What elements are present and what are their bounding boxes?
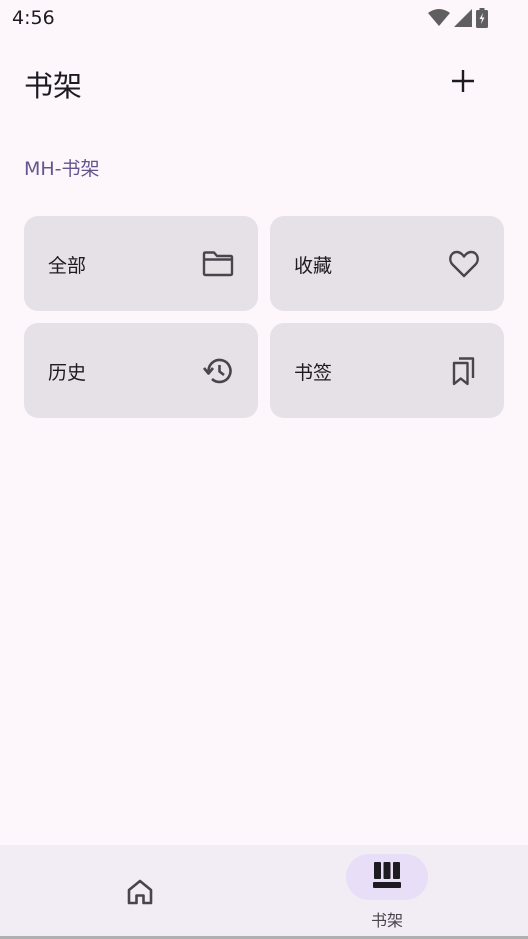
history-icon xyxy=(202,355,234,387)
card-label: 历史 xyxy=(48,362,87,384)
status-time: 4:56 xyxy=(12,7,55,29)
home-icon xyxy=(126,878,154,906)
bookmarks-icon xyxy=(448,355,480,387)
page-title: 书架 xyxy=(24,69,83,103)
status-bar: 4:56 xyxy=(0,0,528,36)
nav-item-home[interactable] xyxy=(0,845,264,939)
shelf-icon xyxy=(373,861,401,893)
card-history[interactable]: 历史 xyxy=(24,323,258,418)
top-app-bar: 书架 xyxy=(0,52,528,112)
card-all[interactable]: 全部 xyxy=(24,216,258,311)
card-label: 全部 xyxy=(48,255,87,277)
card-bookmarks[interactable]: 书签 xyxy=(270,323,504,418)
section-label: MH-书架 xyxy=(24,158,100,180)
heart-icon xyxy=(448,248,480,280)
wifi-icon xyxy=(428,9,450,31)
screen: 4:56 书架 MH-书架 全部 收藏 历史 书签 书架 xyxy=(0,0,528,939)
battery-icon xyxy=(476,8,488,32)
card-favorites[interactable]: 收藏 xyxy=(270,216,504,311)
card-label: 书签 xyxy=(294,362,333,384)
nav-item-shelf[interactable]: 书架 xyxy=(264,845,528,939)
status-icons xyxy=(428,8,488,32)
add-icon xyxy=(451,69,475,97)
folder-icon xyxy=(202,248,234,280)
card-label: 收藏 xyxy=(294,255,333,277)
add-button[interactable] xyxy=(439,59,487,107)
nav-label-shelf: 书架 xyxy=(370,911,403,930)
nav-active-indicator xyxy=(346,854,428,900)
signal-icon xyxy=(454,9,472,31)
bottom-navigation: 书架 xyxy=(0,845,528,939)
